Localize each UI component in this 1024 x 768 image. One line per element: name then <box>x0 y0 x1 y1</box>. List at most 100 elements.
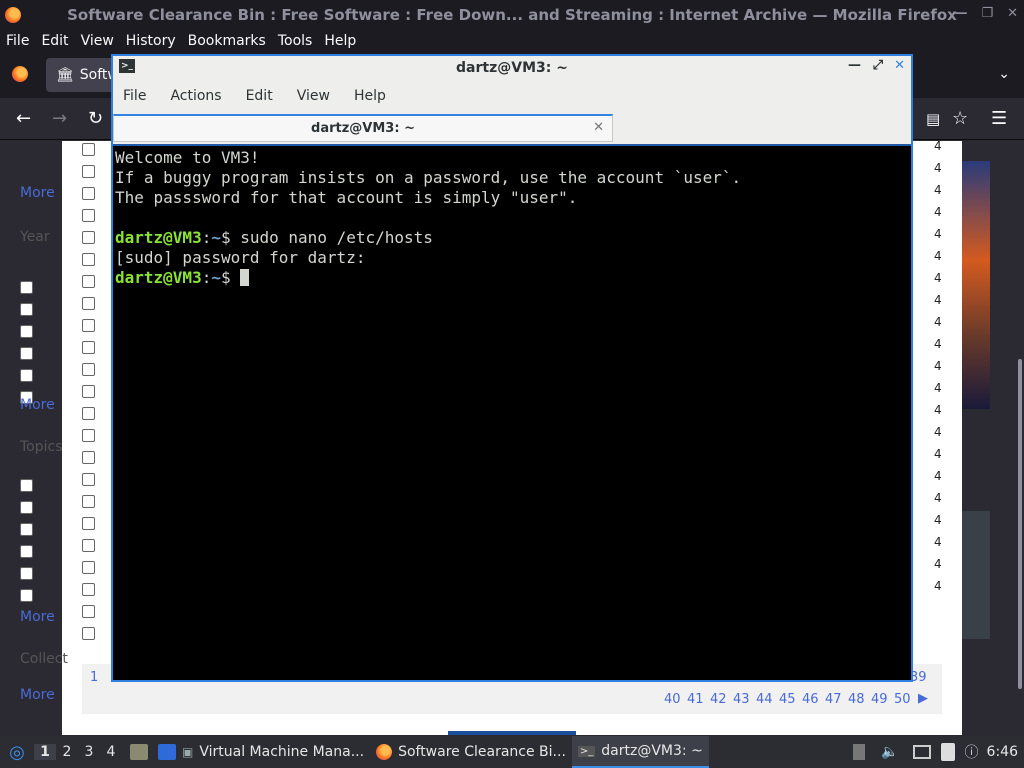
menu-tools[interactable]: Tools <box>272 33 319 49</box>
clipboard-icon[interactable] <box>940 743 955 761</box>
more-link[interactable]: More <box>20 687 55 703</box>
more-link[interactable]: More <box>20 185 55 201</box>
year-checkbox[interactable] <box>20 347 33 360</box>
terminal-menu-help[interactable]: Help <box>354 88 386 104</box>
task-firefox[interactable]: Software Clearance Bi... <box>370 736 572 768</box>
workspace-4[interactable]: 4 <box>100 744 122 760</box>
page-link[interactable]: 46 <box>802 692 819 707</box>
year-checkbox[interactable] <box>20 325 33 338</box>
menu-edit[interactable]: Edit <box>35 33 74 49</box>
start-menu-icon[interactable]: ◎ <box>0 742 34 763</box>
page-link[interactable]: 47 <box>825 692 842 707</box>
task-terminal[interactable]: >_ dartz@VM3: ~ <box>571 736 709 768</box>
result-thumbnail[interactable] <box>962 161 990 409</box>
topic-checkbox[interactable] <box>20 589 33 602</box>
row-checkbox[interactable] <box>82 297 95 310</box>
page-link[interactable]: 43 <box>733 692 750 707</box>
row-checkbox[interactable] <box>82 231 95 244</box>
row-checkbox[interactable] <box>82 583 95 596</box>
menu-history[interactable]: History <box>120 33 182 49</box>
year-checkbox[interactable] <box>20 303 33 316</box>
reload-icon[interactable]: ↻ <box>88 108 103 129</box>
notification-icon[interactable]: ⓘ <box>965 742 979 762</box>
volume-icon[interactable]: 🔈 <box>881 744 898 760</box>
workspace-2[interactable]: 2 <box>56 744 78 760</box>
row-checkbox[interactable] <box>82 495 95 508</box>
menu-view[interactable]: View <box>75 33 120 49</box>
chevron-down-icon[interactable]: ⌄ <box>998 66 1010 82</box>
row-checkbox[interactable] <box>82 165 95 178</box>
row-checkbox[interactable] <box>82 209 95 222</box>
more-link[interactable]: More <box>20 397 55 413</box>
forward-icon[interactable]: → <box>52 108 67 129</box>
file-manager-icon[interactable] <box>130 744 148 760</box>
row-checkbox[interactable] <box>82 605 95 618</box>
row-checkbox[interactable] <box>82 143 95 156</box>
terminal-menu-view[interactable]: View <box>297 88 330 104</box>
workspace-1[interactable]: 1 <box>34 744 56 760</box>
close-icon[interactable]: ✕ <box>1007 6 1018 21</box>
row-checkbox[interactable] <box>82 539 95 552</box>
row-checkbox[interactable] <box>82 407 95 420</box>
row-checkbox[interactable] <box>82 253 95 266</box>
year-checkbox[interactable] <box>20 281 33 294</box>
page-link[interactable]: 48 <box>848 692 865 707</box>
row-checkbox[interactable] <box>82 341 95 354</box>
result-thumbnail[interactable] <box>962 511 990 639</box>
row-checkbox[interactable] <box>82 561 95 574</box>
topic-checkbox[interactable] <box>20 567 33 580</box>
row-checkbox[interactable] <box>82 385 95 398</box>
page-link[interactable]: 42 <box>710 692 727 707</box>
more-link[interactable]: More <box>20 609 55 625</box>
topic-checkbox[interactable] <box>20 479 33 492</box>
row-checkbox[interactable] <box>82 275 95 288</box>
topic-checkbox[interactable] <box>20 523 33 536</box>
row-checkbox[interactable] <box>82 627 95 640</box>
page-link[interactable]: 41 <box>687 692 704 707</box>
task-virt-manager[interactable]: ▣ Virtual Machine Mana... <box>176 736 370 768</box>
next-page-icon[interactable]: ▶ <box>918 691 928 706</box>
desktop-icon[interactable] <box>158 744 176 760</box>
row-checkbox[interactable] <box>82 473 95 486</box>
row-checkbox[interactable] <box>82 319 95 332</box>
reader-view-icon[interactable]: ▤ <box>926 110 940 128</box>
year-checkbox[interactable] <box>20 369 33 382</box>
terminal-menu-actions[interactable]: Actions <box>170 88 221 104</box>
row-checkbox[interactable] <box>82 187 95 200</box>
row-checkbox[interactable] <box>82 517 95 530</box>
page-link[interactable]: 1 <box>90 670 98 685</box>
hamburger-menu-icon[interactable]: ☰ <box>991 108 1007 129</box>
system-tray-upload-icon[interactable] <box>853 744 866 760</box>
terminal-tab[interactable]: dartz@VM3: ~ ✕ <box>113 114 613 142</box>
maximize-icon[interactable]: ⤢ <box>873 58 883 73</box>
bookmark-star-icon[interactable]: ☆ <box>952 108 968 129</box>
menu-bookmarks[interactable]: Bookmarks <box>182 33 272 49</box>
back-icon[interactable]: ← <box>16 108 31 129</box>
menu-file[interactable]: File <box>0 33 35 49</box>
topic-checkbox[interactable] <box>20 501 33 514</box>
page-link[interactable]: 44 <box>756 692 773 707</box>
page-link[interactable]: 40 <box>664 692 681 707</box>
row-checkbox[interactable] <box>82 363 95 376</box>
page-link[interactable]: 50 <box>894 692 911 707</box>
terminal-titlebar[interactable]: >_ dartz@VM3: ~ — ⤢ ✕ <box>113 56 911 80</box>
row-checkbox[interactable] <box>82 451 95 464</box>
row-checkbox[interactable] <box>82 429 95 442</box>
close-icon[interactable]: ✕ <box>894 58 905 73</box>
network-icon[interactable] <box>912 745 931 759</box>
menu-help[interactable]: Help <box>318 33 362 49</box>
page-scrollbar[interactable] <box>1018 359 1022 689</box>
terminal-output[interactable]: Welcome to VM3! If a buggy program insist… <box>113 146 911 680</box>
page-link[interactable]: 45 <box>779 692 796 707</box>
terminal-menu-file[interactable]: File <box>123 88 146 104</box>
topic-checkbox[interactable] <box>20 545 33 558</box>
maximize-icon[interactable]: ❐ <box>981 6 993 21</box>
browser-tab[interactable]: 🏛 Softw <box>46 58 119 92</box>
terminal-menu-edit[interactable]: Edit <box>246 88 273 104</box>
minimize-icon[interactable]: — <box>848 58 861 73</box>
tab-close-icon[interactable]: ✕ <box>593 120 604 135</box>
workspace-3[interactable]: 3 <box>78 744 100 760</box>
page-link[interactable]: 49 <box>871 692 888 707</box>
minimize-icon[interactable]: — <box>954 6 967 21</box>
firefox-view-icon[interactable] <box>12 66 28 82</box>
